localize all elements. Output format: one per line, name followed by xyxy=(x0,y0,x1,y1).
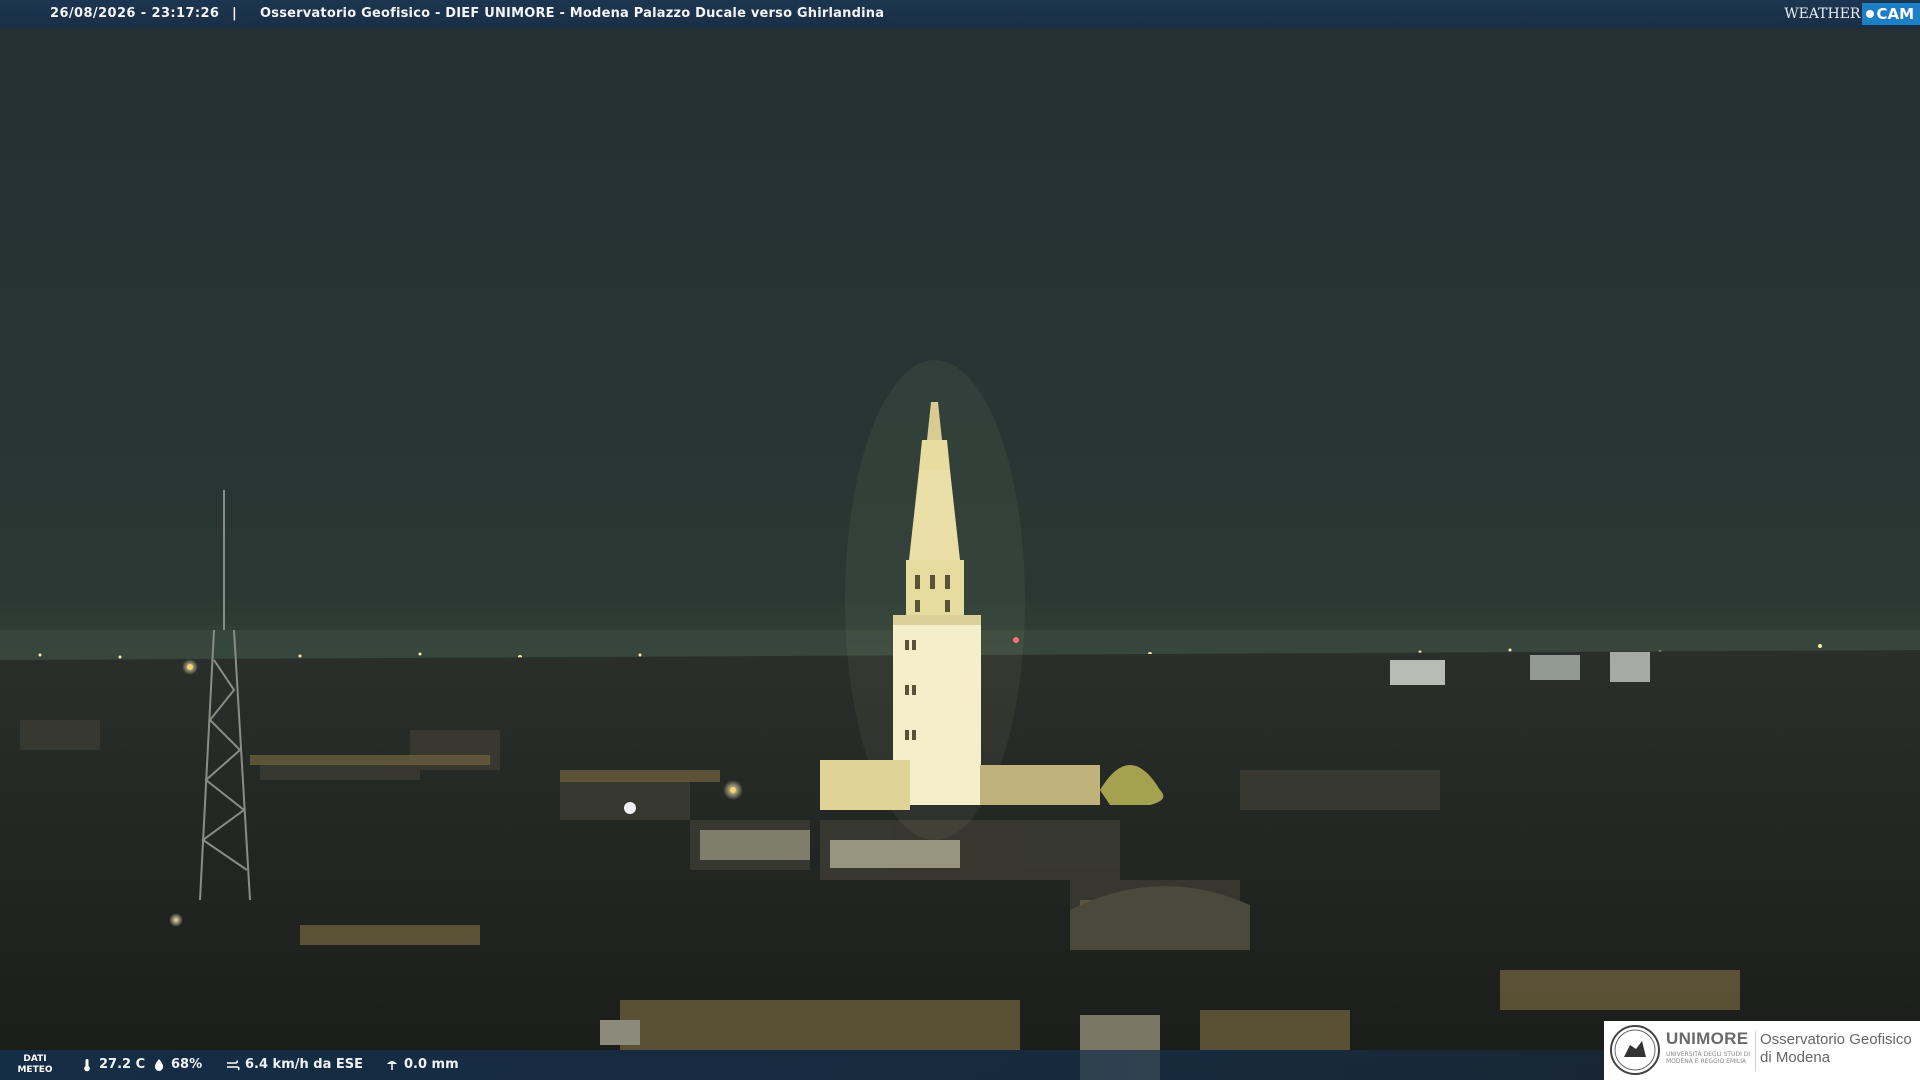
webcam-image xyxy=(0,0,1920,1080)
humidity-drop-icon xyxy=(154,1059,164,1071)
weather-data-tag-line2: METEO xyxy=(17,1065,53,1075)
camera-lens-icon xyxy=(1866,10,1875,18)
brand-cam-badge: CAM xyxy=(1862,3,1920,25)
wind-reading: 6.4 km/h da ESE xyxy=(226,1050,363,1080)
humidity-value: 68% xyxy=(171,1057,203,1072)
rain-reading: 0.0 mm xyxy=(385,1050,459,1080)
webcam-frame: 26/08/2026 - 23:17:26 | Osservatorio Geo… xyxy=(0,0,1920,1080)
unimore-logo-panel: UNIMORE UNIVERSITÀ DEGLI STUDI DI MODENA… xyxy=(1604,1021,1920,1080)
brand-cam-text: CAM xyxy=(1876,5,1914,23)
brand-weather-text: WEATHER xyxy=(1784,6,1861,22)
header-separator: | xyxy=(232,6,237,21)
wind-value: 6.4 km/h da ESE xyxy=(245,1057,364,1072)
unimore-text: UNIMORE xyxy=(1666,1029,1749,1048)
weathercam-logo: WEATHER CAM xyxy=(1784,0,1920,28)
unimore-wordmark: UNIMORE xyxy=(1666,1029,1748,1049)
observatory-name: Osservatorio Geofisico di Modena xyxy=(1760,1031,1912,1067)
temperature-reading: 27.2 C xyxy=(80,1050,145,1080)
wind-icon xyxy=(227,1060,240,1071)
timestamp: 26/08/2026 - 23:17:26 xyxy=(50,6,220,21)
weather-data-tag: DATI METEO xyxy=(0,1050,70,1080)
temperature-value: 27.2 C xyxy=(99,1057,146,1072)
header-bar: 26/08/2026 - 23:17:26 | Osservatorio Geo… xyxy=(0,0,1920,28)
thermometer-icon xyxy=(84,1059,90,1072)
humidity-reading: 68% xyxy=(152,1050,202,1080)
observatory-line2: di Modena xyxy=(1760,1049,1831,1066)
weather-data-tag-line1: DATI xyxy=(23,1054,47,1064)
camera-title: Osservatorio Geofisico - DIEF UNIMORE - … xyxy=(260,6,885,21)
university-seal-icon xyxy=(1610,1025,1660,1075)
logo-divider xyxy=(1755,1031,1756,1071)
rain-gauge-icon xyxy=(387,1061,397,1070)
university-fullname: UNIVERSITÀ DEGLI STUDI DI MODENA E REGGI… xyxy=(1666,1051,1751,1065)
rain-value: 0.0 mm xyxy=(404,1057,459,1072)
observatory-line1: Osservatorio Geofisico xyxy=(1760,1031,1912,1048)
